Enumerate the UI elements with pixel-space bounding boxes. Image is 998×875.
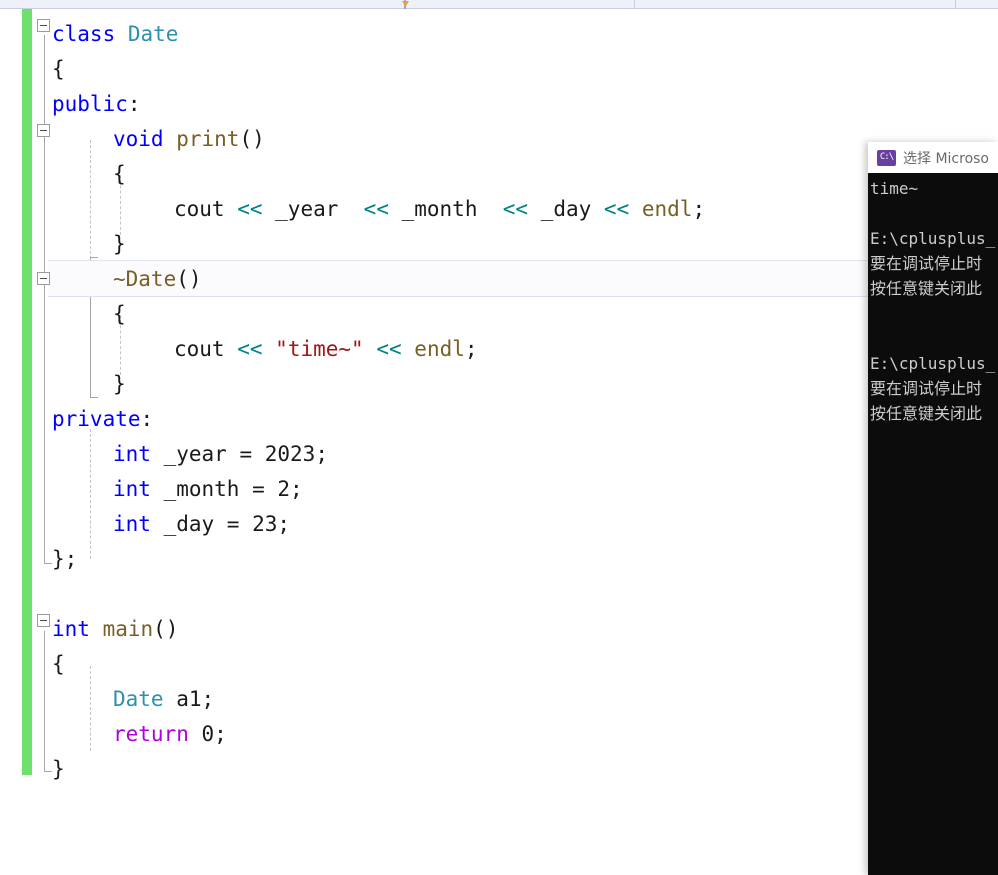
code-token: int bbox=[113, 442, 151, 466]
code-token: { bbox=[113, 162, 126, 186]
code-line-text: Date a1; bbox=[113, 682, 214, 717]
code-token: : bbox=[140, 407, 154, 431]
code-token: _month = bbox=[150, 477, 278, 501]
code-token: class bbox=[52, 22, 128, 46]
code-token: endl bbox=[641, 197, 693, 221]
code-line-text: int main() bbox=[52, 612, 178, 647]
debug-console-window[interactable]: C:\ 选择 Microso time~ E:\cplusplus_ 要在调试停止时… bbox=[868, 142, 998, 875]
console-output-line: time~ bbox=[870, 179, 919, 198]
code-line-text: } bbox=[113, 367, 126, 402]
code-line-text: { bbox=[52, 647, 65, 682]
code-line-text: class Date bbox=[52, 17, 178, 52]
code-line-text: ~Date() bbox=[113, 262, 202, 297]
code-token: _month bbox=[388, 197, 503, 221]
code-token: Date bbox=[113, 687, 164, 711]
code-line-text: } bbox=[52, 752, 65, 787]
console-output-line: E:\cplusplus_ bbox=[870, 229, 996, 248]
code-token: << bbox=[502, 197, 529, 221]
code-line-text: int _year = 2023; bbox=[113, 437, 328, 472]
code-line-text: { bbox=[113, 297, 126, 332]
code-token: private bbox=[52, 407, 141, 431]
code-line-text: private: bbox=[52, 402, 153, 437]
editor-navigation-bar[interactable] bbox=[0, 0, 998, 9]
code-token: ; bbox=[464, 337, 478, 361]
console-output-line: 按任意键关闭此 bbox=[870, 404, 983, 423]
code-token: << bbox=[603, 197, 630, 221]
console-output-line: 按任意键关闭此 bbox=[870, 279, 983, 298]
code-token: ; bbox=[692, 197, 706, 221]
code-token: cout bbox=[174, 337, 238, 361]
console-title-bar[interactable]: C:\ 选择 Microso bbox=[868, 142, 998, 173]
code-token: << bbox=[237, 197, 263, 221]
code-token: () bbox=[176, 267, 202, 291]
navbar-separator-right bbox=[955, 0, 956, 9]
code-editor[interactable]: class Date{public: void print(){cout << _… bbox=[0, 9, 998, 875]
code-token: 2023 bbox=[264, 442, 316, 466]
code-line-text: void print() bbox=[113, 122, 265, 157]
console-output-line: E:\cplusplus_ bbox=[870, 354, 996, 373]
code-token: "time~" bbox=[275, 337, 364, 361]
code-token: 23 bbox=[252, 512, 278, 536]
console-app-icon: C:\ bbox=[877, 149, 896, 166]
code-token: << bbox=[237, 337, 263, 361]
code-token: }; bbox=[52, 547, 78, 571]
navbar-separator-mid bbox=[634, 0, 635, 9]
code-token: ; bbox=[214, 722, 227, 746]
code-line-text: return 0; bbox=[113, 717, 227, 752]
code-token: int bbox=[113, 477, 151, 501]
console-title-label: 选择 Microso bbox=[903, 150, 989, 167]
console-output-area[interactable]: time~ E:\cplusplus_ 要在调试停止时 按任意键关闭此 E:\cplus… bbox=[868, 173, 998, 875]
code-token: : bbox=[127, 92, 141, 116]
code-token: } bbox=[113, 232, 126, 256]
code-line-text: { bbox=[113, 157, 126, 192]
code-token: void bbox=[113, 127, 177, 151]
code-line-text: int _day = 23; bbox=[113, 507, 290, 542]
code-token: int bbox=[52, 617, 103, 641]
code-line-text: { bbox=[52, 52, 65, 87]
code-token: { bbox=[52, 57, 65, 81]
code-line-text: int _month = 2; bbox=[113, 472, 303, 507]
code-line-text: cout << _year << _month << _day << endl; bbox=[174, 192, 705, 227]
code-token: () bbox=[239, 127, 265, 151]
code-token: ; bbox=[290, 477, 303, 501]
code-line-text: cout << "time~" << endl; bbox=[174, 332, 478, 367]
code-token: cout bbox=[174, 197, 238, 221]
code-token: a1; bbox=[163, 687, 215, 711]
code-token: 2 bbox=[277, 477, 291, 501]
code-token: _year bbox=[262, 197, 364, 221]
code-token: ; bbox=[277, 512, 291, 536]
code-token: << bbox=[363, 197, 389, 221]
code-lines-container[interactable]: class Date{public: void print(){cout << _… bbox=[0, 9, 998, 875]
code-token: return bbox=[113, 722, 189, 746]
console-output-line: 要在调试停止时 bbox=[870, 379, 983, 398]
code-token: int bbox=[113, 512, 151, 536]
code-token: endl bbox=[414, 337, 465, 361]
code-token: _day = bbox=[150, 512, 253, 536]
code-token: { bbox=[52, 652, 65, 676]
code-token: _day bbox=[528, 197, 604, 221]
code-token: main bbox=[102, 617, 154, 641]
code-token: ~Date bbox=[113, 267, 177, 291]
code-token: << bbox=[376, 337, 402, 361]
code-token: } bbox=[113, 372, 126, 396]
code-token: } bbox=[52, 757, 65, 781]
code-token: _year = bbox=[150, 442, 265, 466]
code-token: () bbox=[153, 617, 179, 641]
console-output-line: 要在调试停止时 bbox=[870, 254, 983, 273]
code-token: public bbox=[52, 92, 128, 116]
code-line-text: public: bbox=[52, 87, 141, 122]
code-token: { bbox=[113, 302, 126, 326]
code-line-text: } bbox=[113, 227, 126, 262]
code-token: ; bbox=[315, 442, 328, 466]
code-token: Date bbox=[127, 22, 179, 46]
code-line-text: }; bbox=[52, 542, 77, 577]
code-token: 0 bbox=[201, 722, 215, 746]
code-token: print bbox=[176, 127, 240, 151]
